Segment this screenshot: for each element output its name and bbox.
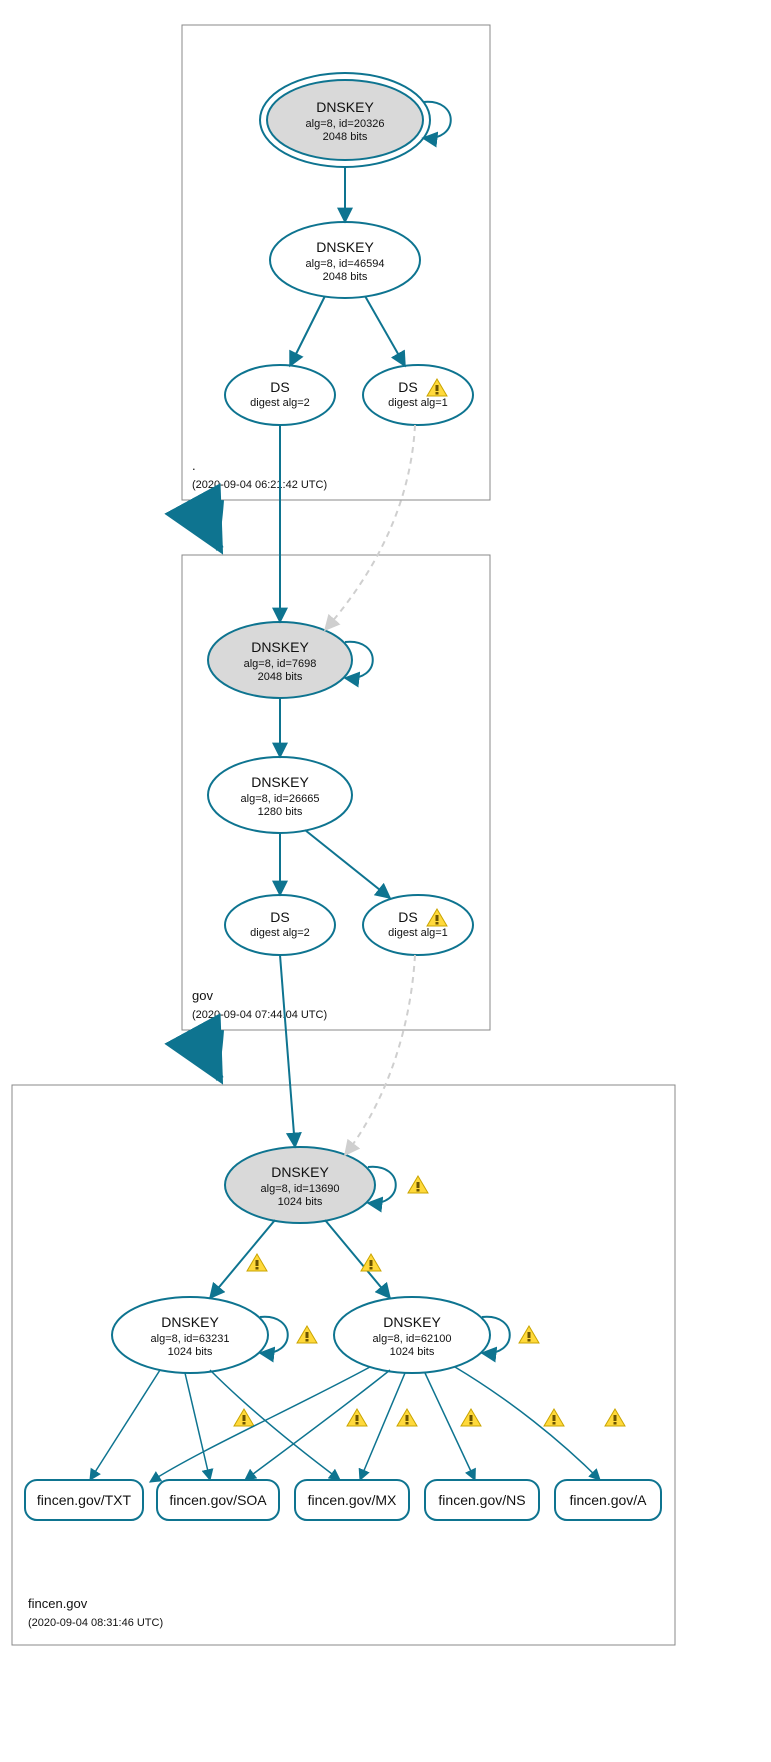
warning-icon (605, 1409, 625, 1426)
svg-text:fincen.gov/A: fincen.gov/A (569, 1492, 647, 1508)
svg-text:alg=8, id=7698: alg=8, id=7698 (244, 658, 317, 670)
node-gov-zsk: DNSKEY alg=8, id=26665 1280 bits (208, 757, 352, 833)
svg-text:fincen.gov/MX: fincen.gov/MX (308, 1492, 397, 1508)
node-fin-ksk: DNSKEY alg=8, id=13690 1024 bits (225, 1147, 375, 1223)
svg-text:2048 bits: 2048 bits (323, 271, 368, 283)
svg-text:DS: DS (270, 379, 289, 395)
svg-text:DNSKEY: DNSKEY (251, 774, 309, 790)
svg-text:DNSKEY: DNSKEY (383, 1314, 441, 1330)
warning-icon (247, 1254, 267, 1271)
svg-text:DS: DS (398, 379, 417, 395)
warning-icon (347, 1409, 367, 1426)
svg-text:alg=8, id=20326: alg=8, id=20326 (306, 118, 385, 130)
warning-icon (361, 1254, 381, 1271)
edge-fin-ksk-z1 (210, 1220, 275, 1298)
svg-text:1280 bits: 1280 bits (258, 806, 303, 818)
svg-text:1024 bits: 1024 bits (390, 1346, 435, 1358)
svg-text:1024 bits: 1024 bits (278, 1196, 323, 1208)
svg-text:alg=8, id=63231: alg=8, id=63231 (151, 1333, 230, 1345)
edge-govds2-finksk (280, 955, 295, 1147)
node-root-ksk: DNSKEY alg=8, id=20326 2048 bits (260, 73, 430, 167)
zone-fincen-ts: (2020-09-04 08:31:46 UTC) (28, 1617, 163, 1629)
node-fin-z1: DNSKEY alg=8, id=63231 1024 bits (112, 1297, 268, 1373)
edge-fin-ksk-z2 (325, 1220, 390, 1298)
node-gov-ds2: DS digest alg=2 (225, 895, 335, 955)
node-gov-ksk: DNSKEY alg=8, id=7698 2048 bits (208, 622, 352, 698)
edge-govds1-finksk (345, 955, 415, 1155)
node-root-ds1: DS digest alg=1 (363, 365, 473, 425)
zone-gov: gov (2020-09-04 07:44:04 UTC) DNSKEY alg… (182, 425, 490, 1030)
rr-mx: fincen.gov/MX (295, 1480, 409, 1520)
svg-text:1024 bits: 1024 bits (168, 1346, 213, 1358)
svg-text:digest alg=1: digest alg=1 (388, 397, 448, 409)
dnssec-diagram: . (2020-09-04 06:21:42 UTC) DNSKEY alg=8… (0, 0, 771, 1762)
node-root-zsk: DNSKEY alg=8, id=46594 2048 bits (270, 222, 420, 298)
edge-z1-txt (90, 1370, 160, 1480)
svg-text:alg=8, id=26665: alg=8, id=26665 (241, 793, 320, 805)
warning-icon (397, 1409, 417, 1426)
warning-icon (461, 1409, 481, 1426)
svg-text:DNSKEY: DNSKEY (251, 639, 309, 655)
zone-root: . (2020-09-04 06:21:42 UTC) DNSKEY alg=8… (182, 25, 490, 500)
rr-a: fincen.gov/A (555, 1480, 661, 1520)
edge-z1-mx (210, 1370, 340, 1480)
svg-text:DS: DS (398, 909, 417, 925)
svg-text:alg=8, id=62100: alg=8, id=62100 (373, 1333, 452, 1345)
svg-text:DS: DS (270, 909, 289, 925)
svg-text:DNSKEY: DNSKEY (316, 99, 374, 115)
node-root-ds2: DS digest alg=2 (225, 365, 335, 425)
zone-fincen: fincen.gov (2020-09-04 08:31:46 UTC) DNS… (12, 955, 675, 1645)
node-fin-z2: DNSKEY alg=8, id=62100 1024 bits (334, 1297, 490, 1373)
svg-text:2048 bits: 2048 bits (258, 671, 303, 683)
svg-text:alg=8, id=13690: alg=8, id=13690 (261, 1183, 340, 1195)
zone-fincen-label: fincen.gov (28, 1596, 88, 1611)
zone-gov-label: gov (192, 988, 213, 1003)
edge-z2-txt (150, 1367, 370, 1482)
svg-text:DNSKEY: DNSKEY (271, 1164, 329, 1180)
svg-text:fincen.gov/TXT: fincen.gov/TXT (37, 1492, 132, 1508)
svg-text:fincen.gov/SOA: fincen.gov/SOA (169, 1492, 267, 1508)
svg-text:alg=8, id=46594: alg=8, id=46594 (306, 258, 385, 270)
edge-z1-soa (185, 1373, 210, 1480)
node-gov-ds1: DS digest alg=1 (363, 895, 473, 955)
warning-icon (297, 1326, 317, 1343)
zone-gov-ts: (2020-09-04 07:44:04 UTC) (192, 1009, 327, 1021)
edge-root-to-gov (217, 500, 220, 549)
svg-text:2048 bits: 2048 bits (323, 131, 368, 143)
svg-text:DNSKEY: DNSKEY (161, 1314, 219, 1330)
edge-gov-to-fincen (217, 1030, 220, 1079)
rr-soa: fincen.gov/SOA (157, 1480, 279, 1520)
edge-gov-zsk-ds1 (305, 830, 390, 898)
svg-text:digest alg=2: digest alg=2 (250, 927, 310, 939)
svg-text:digest alg=1: digest alg=1 (388, 927, 448, 939)
zone-root-ts: (2020-09-04 06:21:42 UTC) (192, 479, 327, 491)
rr-txt: fincen.gov/TXT (25, 1480, 143, 1520)
svg-text:digest alg=2: digest alg=2 (250, 397, 310, 409)
zone-root-label: . (192, 458, 196, 473)
edge-ds1-govksk (325, 425, 415, 630)
rr-ns: fincen.gov/NS (425, 1480, 539, 1520)
warning-icon (408, 1176, 428, 1193)
edge-root-zsk-ds1 (365, 296, 405, 366)
svg-text:fincen.gov/NS: fincen.gov/NS (438, 1492, 525, 1508)
warning-icon (519, 1326, 539, 1343)
warning-icon (234, 1409, 254, 1426)
edge-root-zsk-ds2 (290, 296, 325, 366)
svg-text:DNSKEY: DNSKEY (316, 239, 374, 255)
warning-icon (544, 1409, 564, 1426)
